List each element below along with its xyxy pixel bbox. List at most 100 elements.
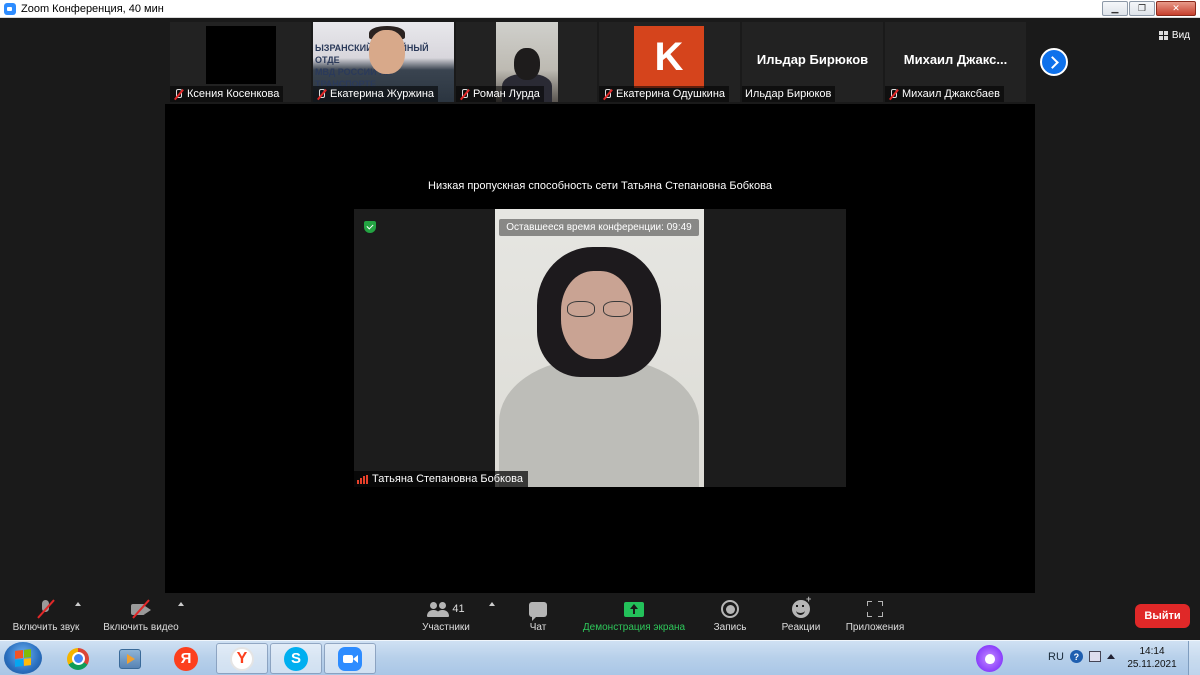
taskbar-media-player[interactable] — [104, 643, 156, 674]
speaker-video: Оставшееся время конференции: 09:49 — [495, 209, 704, 487]
participant-name: Ксения Косенкова — [187, 88, 280, 100]
participant-label: Ильдар Бирюков — [742, 86, 836, 102]
share-screen-button[interactable]: Демонстрация экрана — [578, 598, 690, 638]
view-button[interactable]: Вид — [1158, 30, 1190, 41]
person-head — [514, 48, 540, 80]
audio-options-caret-icon[interactable] — [75, 602, 81, 606]
microphone-muted-icon — [36, 599, 56, 619]
start-button[interactable] — [4, 642, 42, 674]
speaker-label: Татьяна Степановна Бобкова — [354, 471, 528, 487]
video-off-placeholder — [206, 26, 276, 84]
person-body — [499, 359, 699, 487]
participant-tile[interactable]: ЫЗРАНСКИЙ ЛИНЕЙНЫЙ ОТДЕ МВД РОССИИ НА ТР… — [313, 22, 454, 102]
participant-tile[interactable]: Ксения Косенкова — [170, 22, 311, 102]
participant-tile[interactable]: K Екатерина Одушкина — [599, 22, 740, 102]
record-button[interactable]: Запись — [708, 598, 752, 638]
windows-taskbar: Я Y S RU ? 14:14 25.11.2021 — [0, 640, 1200, 675]
help-icon[interactable]: ? — [1069, 650, 1083, 663]
reactions-label: Реакции — [781, 622, 821, 633]
show-desktop-button[interactable] — [1188, 641, 1200, 675]
zoom-window: Zoom Конференция, 40 мин ▁ ❐ ✕ Ксения Ко… — [0, 0, 1200, 675]
meeting-area: Ксения Косенкова ЫЗРАНСКИЙ ЛИНЕЙНЫЙ ОТДЕ… — [0, 18, 1200, 594]
meeting-timer: Оставшееся время конференции: 09:49 — [499, 219, 699, 236]
chrome-icon — [67, 647, 89, 670]
participants-count: 41 — [452, 603, 465, 615]
participant-display-name: Ильдар Бирюков — [756, 52, 869, 67]
participant-label: Роман Лурда — [456, 86, 544, 102]
network-icon[interactable] — [1088, 651, 1101, 662]
participant-label: Екатерина Журжина — [313, 86, 439, 102]
taskbar-yandex-browser[interactable]: Y — [216, 643, 268, 674]
reactions-button[interactable]: + Реакции — [778, 594, 824, 638]
maximize-button[interactable]: ❐ — [1129, 1, 1155, 16]
participant-strip: Ксения Косенкова ЫЗРАНСКИЙ ЛИНЕЙНЫЙ ОТДЕ… — [170, 22, 1026, 102]
yandex-browser-icon: Y — [230, 646, 254, 671]
signal-bars-icon — [357, 474, 368, 484]
start-video-button[interactable]: Включить видео — [98, 598, 184, 638]
window-title: Zoom Конференция, 40 мин — [21, 2, 164, 15]
network-warning: Низкая пропускная способность сети Татья… — [428, 180, 772, 192]
glasses — [567, 301, 633, 317]
next-page-button[interactable] — [1040, 48, 1068, 76]
participant-name: Ильдар Бирюков — [745, 88, 832, 100]
share-screen-label: Демонстрация экрана — [582, 622, 686, 633]
chat-icon — [529, 601, 547, 621]
zoom-icon — [338, 646, 362, 671]
alice-assistant-icon[interactable] — [976, 645, 1003, 672]
mic-muted-icon — [459, 88, 470, 100]
participant-tile[interactable]: Роман Лурда — [456, 22, 597, 102]
title-bar: Zoom Конференция, 40 мин ▁ ❐ ✕ — [0, 0, 1200, 18]
unmute-button[interactable]: Включить звук — [8, 598, 84, 638]
clock-time: 14:14 — [1139, 646, 1165, 657]
taskbar-skype[interactable]: S — [270, 643, 322, 674]
participant-name: Роман Лурда — [473, 88, 540, 100]
speaker-name: Татьяна Степановна Бобкова — [372, 473, 523, 485]
participant-tile[interactable]: Михаил Джакс... Михаил Джаксбаев — [885, 22, 1026, 102]
camera-off-icon — [130, 599, 152, 619]
meeting-toolbar: Включить звук Включить видео 41 Участник… — [0, 594, 1200, 640]
mic-muted-icon — [888, 88, 899, 100]
skype-icon: S — [284, 646, 308, 671]
participant-label: Ксения Косенкова — [170, 86, 284, 102]
windows-logo-icon — [15, 649, 31, 667]
participant-label: Михаил Джаксбаев — [885, 86, 1004, 102]
show-hidden-icons-icon[interactable] — [1106, 654, 1115, 659]
participant-name: Екатерина Журжина — [330, 88, 435, 100]
taskbar-zoom[interactable] — [324, 643, 376, 674]
participant-name: Екатерина Одушкина — [616, 88, 726, 100]
participant-tile[interactable]: Ильдар Бирюков Ильдар Бирюков — [742, 22, 883, 102]
media-player-icon — [119, 648, 141, 669]
leave-button[interactable]: Выйти — [1135, 604, 1190, 628]
share-screen-icon — [624, 601, 644, 617]
apps-button[interactable]: Приложения — [840, 598, 910, 638]
system-clock[interactable]: 14:14 25.11.2021 — [1126, 645, 1178, 671]
mic-muted-icon — [173, 88, 184, 100]
yandex-icon: Я — [174, 646, 198, 671]
chat-button[interactable]: Чат — [520, 598, 556, 638]
video-options-caret-icon[interactable] — [178, 602, 184, 606]
start-video-label: Включить видео — [103, 622, 179, 633]
chat-label: Чат — [529, 622, 547, 633]
apps-label: Приложения — [845, 622, 905, 633]
participants-label: Участники — [422, 622, 470, 633]
taskbar-chrome[interactable] — [52, 643, 104, 674]
record-label: Запись — [713, 622, 747, 633]
shield-icon[interactable] — [364, 221, 376, 233]
participant-display-name: Михаил Джакс... — [903, 52, 1008, 67]
active-speaker-stage: Низкая пропускная способность сети Татья… — [165, 104, 1035, 593]
language-indicator[interactable]: RU — [1048, 651, 1064, 663]
view-label: Вид — [1171, 30, 1190, 41]
unmute-label: Включить звук — [12, 622, 80, 633]
zoom-app-icon — [4, 2, 16, 15]
apps-icon — [867, 601, 883, 617]
minimize-button[interactable]: ▁ — [1102, 1, 1128, 16]
participants-options-caret-icon[interactable] — [489, 602, 495, 606]
participants-icon — [427, 600, 450, 618]
taskbar-yandex[interactable]: Я — [160, 643, 212, 674]
participants-button[interactable]: 41 Участники — [418, 598, 474, 638]
window-controls: ▁ ❐ ✕ — [1102, 1, 1196, 16]
speaker-view[interactable]: Оставшееся время конференции: 09:49 Тать… — [354, 209, 846, 487]
close-button[interactable]: ✕ — [1156, 1, 1196, 16]
clock-date: 25.11.2021 — [1127, 659, 1177, 670]
mic-muted-icon — [316, 88, 327, 100]
